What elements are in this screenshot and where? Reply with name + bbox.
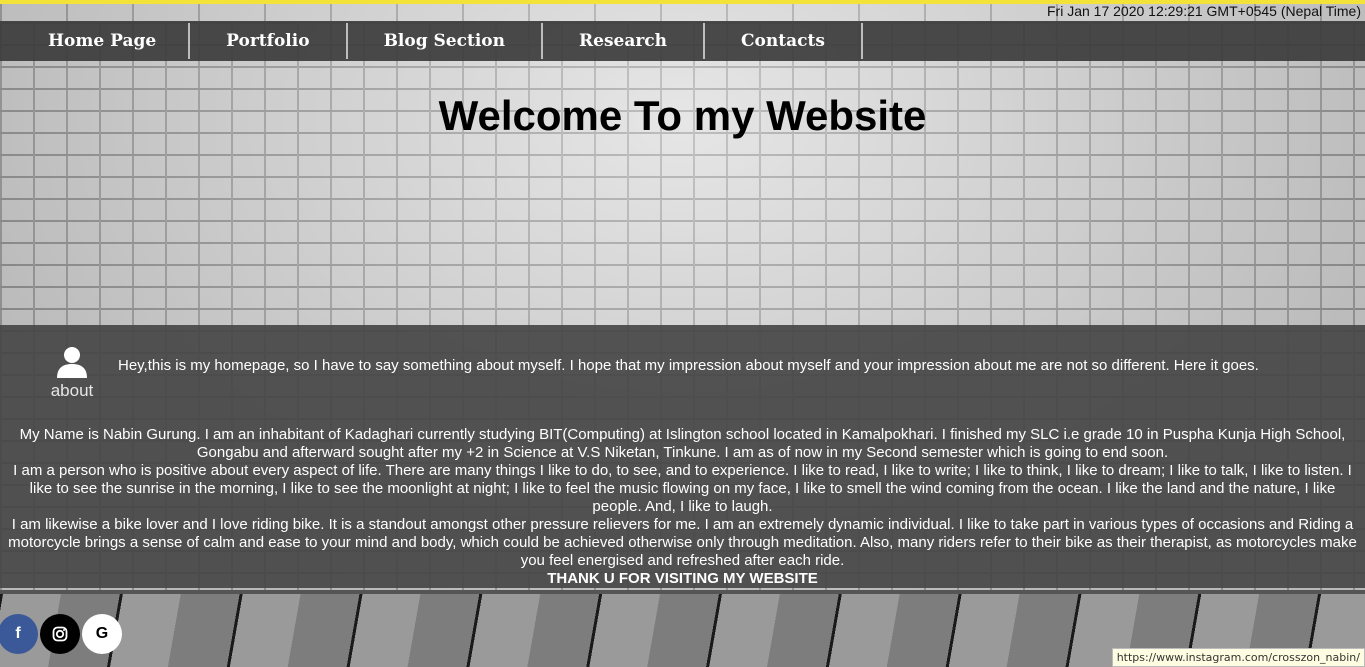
about-intro: Hey,this is my homepage, so I have to sa… xyxy=(118,357,1259,374)
about-label: about xyxy=(50,381,94,400)
facebook-button[interactable]: f xyxy=(0,614,38,654)
nav-contacts[interactable]: Contacts xyxy=(705,23,863,59)
user-icon xyxy=(57,347,87,378)
facebook-icon: f xyxy=(15,625,21,642)
instagram-icon xyxy=(52,626,68,642)
nav-home-page[interactable]: Home Page xyxy=(0,23,191,59)
bio-paragraph: I am likewise a bike lover and I love ri… xyxy=(8,516,1357,569)
page-title: Welcome To my Website xyxy=(438,92,927,139)
main-navbar: Home Page Portfolio Blog Section Researc… xyxy=(0,21,1365,61)
current-datetime: Fri Jan 17 2020 12:29:21 GMT+0545 (Nepal… xyxy=(1046,3,1361,19)
bio-paragraph: My Name is Nabin Gurung. I am an inhabit… xyxy=(19,426,1346,461)
status-bar-url: https://www.instagram.com/crosszon_nabin… xyxy=(1111,648,1365,667)
nav-research[interactable]: Research xyxy=(543,23,706,59)
nav-portfolio[interactable]: Portfolio xyxy=(190,23,348,59)
google-button[interactable]: G xyxy=(82,614,122,654)
about-badge: about xyxy=(44,345,100,401)
bio-paragraph: I am a person who is positive about ever… xyxy=(13,462,1352,515)
nav-blog-section[interactable]: Blog Section xyxy=(348,23,543,59)
social-links: f G xyxy=(0,614,124,654)
thank-you-message: THANK U FOR VISITING MY WEBSITE xyxy=(547,570,818,587)
instagram-button[interactable] xyxy=(40,614,80,654)
about-section: about Hey,this is my homepage, so I have… xyxy=(0,325,1365,588)
google-icon: G xyxy=(95,625,109,642)
about-bio: My Name is Nabin Gurung. I am an inhabit… xyxy=(0,426,1365,588)
